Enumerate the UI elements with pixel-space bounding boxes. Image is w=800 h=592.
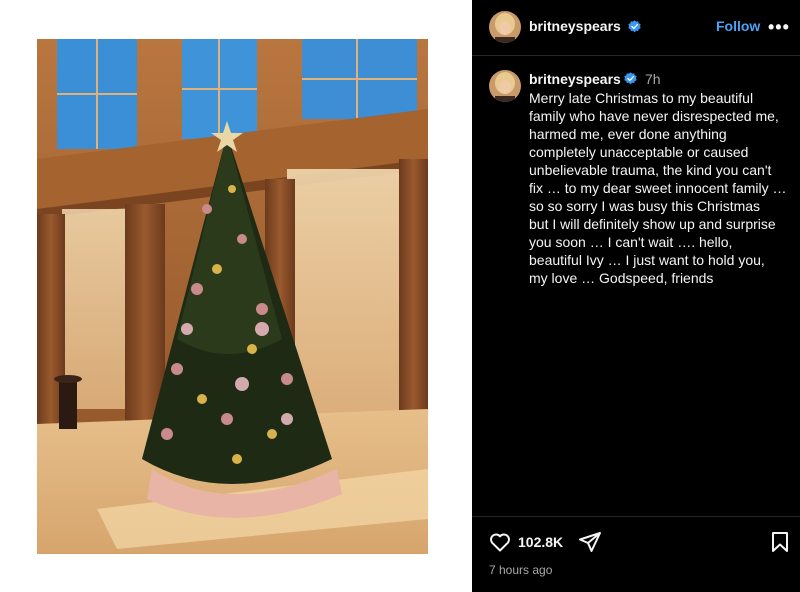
post-details-pane: britneyspears Follow ••• britneyspears 7… (472, 0, 800, 592)
caption-line: so so sorry I was busy this Christmas (529, 198, 761, 214)
caption-line: Merry late Christmas to my beautiful (529, 90, 754, 106)
christmas-tree-photo (37, 39, 428, 554)
caption-line: family who have never disrespected me, (529, 108, 779, 124)
caption-line: harmed me, ever done anything (529, 126, 727, 142)
caption-line: but I will definitely show up and surpri… (529, 216, 776, 232)
caption-username[interactable]: britneyspears (529, 71, 621, 87)
caption-time[interactable]: 7h (645, 71, 661, 87)
author-username[interactable]: britneyspears (529, 18, 621, 34)
post-actions: 102.8K 7 hours ago (472, 516, 800, 592)
caption-avatar[interactable] (489, 70, 521, 102)
caption-line: beautiful Ivy … I just want to hold you, (529, 252, 765, 268)
caption-line: my love … Godspeed, friends (529, 270, 714, 286)
caption-text: Merry late Christmas to my beautiful fam… (529, 89, 791, 287)
caption-line: completely unacceptable or caused (529, 144, 749, 160)
avatar-image (489, 70, 521, 102)
author-avatar[interactable] (489, 11, 521, 43)
likes-count[interactable]: 102.8K (518, 534, 563, 550)
heart-icon[interactable] (488, 530, 512, 554)
verified-badge-icon (624, 72, 637, 85)
more-options-icon[interactable]: ••• (768, 17, 789, 37)
media-pane (0, 0, 472, 592)
paper-plane-icon[interactable] (578, 530, 602, 554)
caption-line: you soon … I can't wait …. hello, (529, 234, 733, 250)
post-timestamp[interactable]: 7 hours ago (489, 563, 552, 577)
verified-badge-icon (628, 20, 641, 33)
avatar-image (489, 11, 521, 43)
post-image[interactable] (37, 39, 428, 554)
caption-line: fix … to my dear sweet innocent family … (529, 180, 787, 196)
caption-line: unbelievable trauma, the kind you can't (529, 162, 772, 178)
follow-button[interactable]: Follow (716, 18, 760, 34)
bookmark-icon[interactable] (768, 530, 792, 554)
post-header: britneyspears Follow ••• (472, 0, 800, 56)
